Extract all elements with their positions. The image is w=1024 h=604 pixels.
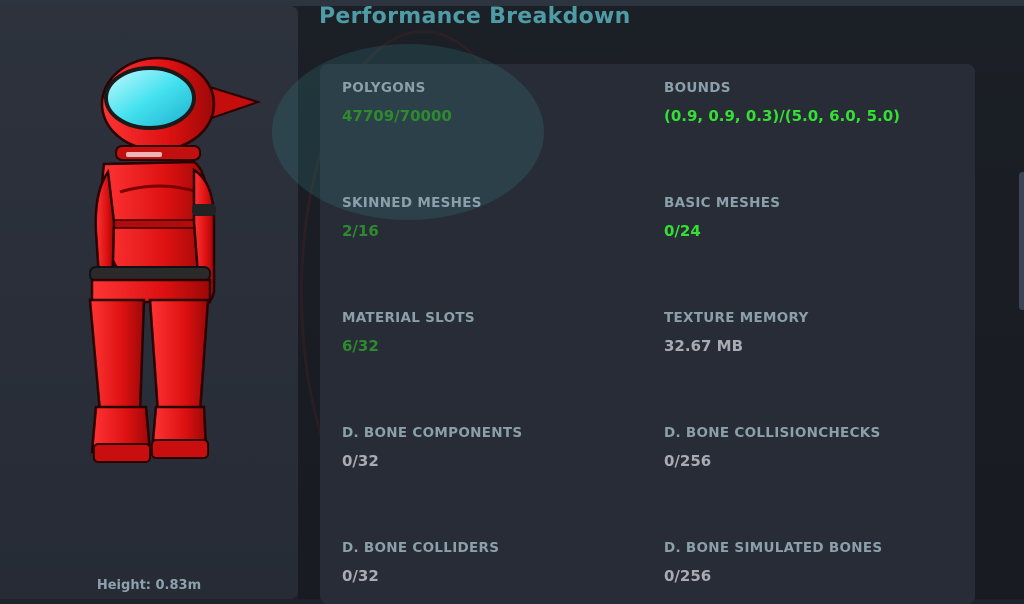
stat-label: D. BONE COMPONENTS — [342, 425, 523, 441]
stat-material-slots: MATERIAL SLOTS 6/32 — [342, 310, 475, 355]
stat-texture-memory: TEXTURE MEMORY 32.67 MB — [664, 310, 809, 355]
stat-value: 0/256 — [664, 452, 712, 470]
stat-bounds: BOUNDS (0.9, 0.9, 0.3)/(5.0, 6.0, 5.0) — [664, 80, 900, 125]
stat-value: 2/16 — [342, 222, 379, 240]
stat-dbone-simulated-bones: D. BONE SIMULATED BONES 0/256 — [664, 540, 882, 585]
stat-value: 0/32 — [342, 452, 379, 470]
stat-dbone-collisionchecks: D. BONE COLLISIONCHECKS 0/256 — [664, 425, 881, 470]
stat-polygons: POLYGONS 47709/70000 — [342, 80, 452, 125]
stat-value: 32.67 MB — [664, 337, 744, 355]
stat-skinned-meshes: SKINNED MESHES 2/16 — [342, 195, 482, 240]
stat-label: POLYGONS — [342, 80, 426, 96]
stat-value: 0/256 — [664, 567, 712, 585]
stat-label: BOUNDS — [664, 80, 731, 96]
stat-label: MATERIAL SLOTS — [342, 310, 475, 326]
stat-basic-meshes: BASIC MESHES 0/24 — [664, 195, 780, 240]
stat-label: SKINNED MESHES — [342, 195, 482, 211]
page-title: Performance Breakdown — [319, 4, 631, 29]
stat-label: BASIC MESHES — [664, 195, 781, 211]
stat-label: TEXTURE MEMORY — [664, 310, 809, 326]
stat-value: (0.9, 0.9, 0.3)/(5.0, 6.0, 5.0) — [664, 107, 901, 125]
stat-label: D. BONE COLLISIONCHECKS — [664, 425, 881, 441]
stat-dbone-colliders: D. BONE COLLIDERS 0/32 — [342, 540, 499, 585]
stat-label: D. BONE COLLIDERS — [342, 540, 500, 556]
stat-value: 6/32 — [342, 337, 379, 355]
stat-dbone-components: D. BONE COMPONENTS 0/32 — [342, 425, 522, 470]
stat-value: 47709/70000 — [342, 107, 452, 125]
avatar-preview-panel: Height: 0.83m — [0, 6, 298, 599]
stat-value: 0/32 — [342, 567, 379, 585]
avatar-model-image — [88, 56, 262, 463]
stat-label: D. BONE SIMULATED BONES — [664, 540, 883, 556]
stat-value: 0/24 — [664, 222, 701, 240]
scrollbar-thumb[interactable] — [1019, 172, 1024, 310]
avatar-height-label: Height: 0.83m — [96, 578, 202, 593]
highlight-glow — [272, 44, 544, 220]
